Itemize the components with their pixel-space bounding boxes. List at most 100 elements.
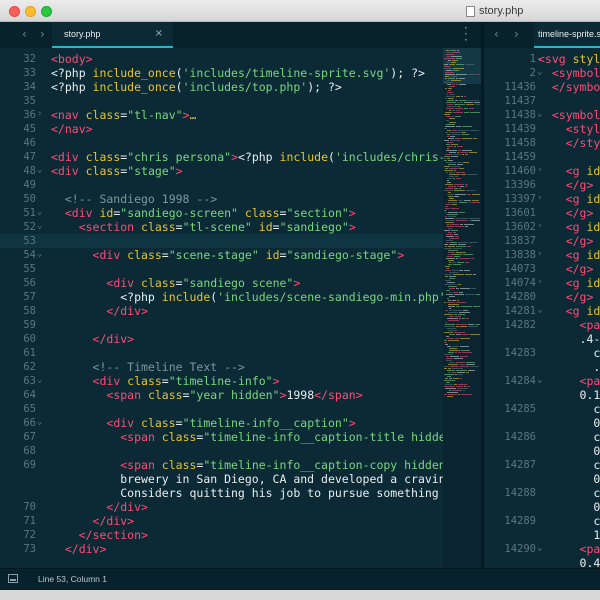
- code-line[interactable]: 0: [484, 472, 600, 486]
- fold-expanded-icon[interactable]: ⌄: [37, 375, 42, 385]
- forward-arrow-icon[interactable]: ›: [40, 27, 45, 41]
- code-line[interactable]: 61: [0, 346, 443, 360]
- code-line[interactable]: 35: [0, 94, 443, 108]
- code-line[interactable]: 1: [484, 528, 600, 542]
- code-line[interactable]: 67 <span class="timeline-info__caption-t…: [0, 430, 443, 444]
- code-line[interactable]: 11459: [484, 150, 600, 164]
- code-line[interactable]: 46: [0, 136, 443, 150]
- tab-timeline-sprite-svg[interactable]: timeline-sprite.svg: [534, 22, 600, 48]
- code-line[interactable]: 13602› <g id=: [484, 220, 600, 234]
- forward-arrow-icon[interactable]: ›: [514, 27, 519, 41]
- code-line[interactable]: 69 <span class="timeline-info__caption-c…: [0, 458, 443, 472]
- code-line[interactable]: 14280 </g>: [484, 290, 600, 304]
- code-line[interactable]: 62 <!-- Timeline Text -->: [0, 360, 443, 374]
- close-window-button[interactable]: [9, 6, 20, 17]
- code-line[interactable]: brewery in San Diego, CA and developed a…: [0, 472, 443, 486]
- code-line[interactable]: 13397› <g id=: [484, 192, 600, 206]
- code-line[interactable]: 54 ⌄ <div class="scene-stage" id="sandieg…: [0, 248, 443, 262]
- fold-collapsed-icon[interactable]: ›: [37, 109, 42, 119]
- fold-expanded-icon[interactable]: ⌄: [37, 249, 42, 259]
- code-line[interactable]: 14074› <g id=: [484, 276, 600, 290]
- code-line[interactable]: 0.1: [484, 388, 600, 402]
- code-line[interactable]: 53: [0, 234, 443, 248]
- code-line[interactable]: 14289 c: [484, 514, 600, 528]
- code-line[interactable]: 70 </div>: [0, 500, 443, 514]
- close-tab-icon[interactable]: ×: [155, 28, 163, 39]
- minimap-line: [454, 104, 465, 105]
- code-line[interactable]: 57 <?php include('includes/scene-sandieg…: [0, 290, 443, 304]
- code-line[interactable]: 68: [0, 444, 443, 458]
- code-line[interactable]: 14284⌄ <pat: [484, 374, 600, 388]
- code-line[interactable]: 0: [484, 416, 600, 430]
- code-line[interactable]: 1⌄<svg style: [484, 52, 600, 66]
- code-line[interactable]: 34 <?php include_once('includes/top.php')…: [0, 80, 443, 94]
- code-line[interactable]: 11438 ⌄ <symbol: [484, 108, 600, 122]
- code-line[interactable]: 59: [0, 318, 443, 332]
- code-line[interactable]: 13838› <g id=: [484, 248, 600, 262]
- code-line[interactable]: 2 ⌄ <symbol: [484, 66, 600, 80]
- code-line[interactable]: 14290⌄ <pat: [484, 542, 600, 556]
- code-line[interactable]: 63 ⌄ <div class="timeline-info">: [0, 374, 443, 388]
- code-line[interactable]: 48 ⌄ <div class="stage">: [0, 164, 443, 178]
- code-line[interactable]: 13601 </g>: [484, 206, 600, 220]
- minimap-line: [444, 380, 455, 381]
- code-line[interactable]: 55: [0, 262, 443, 276]
- more-options-icon[interactable]: · · ·: [464, 22, 468, 46]
- code-line[interactable]: 49: [0, 178, 443, 192]
- code-line[interactable]: 50 <!-- Sandiego 1998 -->: [0, 192, 443, 206]
- code-line[interactable]: 58 </div>: [0, 304, 443, 318]
- code-line[interactable]: 14282 <pat: [484, 318, 600, 332]
- code-line[interactable]: .: [484, 360, 600, 374]
- code-line[interactable]: 0.4: [484, 556, 600, 568]
- fold-expanded-icon[interactable]: ⌄: [37, 221, 42, 231]
- code-line[interactable]: 0: [484, 444, 600, 458]
- minimap-line: [455, 194, 466, 195]
- code-line[interactable]: 71 </div>: [0, 514, 443, 528]
- back-arrow-icon[interactable]: ‹: [22, 27, 27, 41]
- code-line[interactable]: 65: [0, 402, 443, 416]
- code-line[interactable]: 73 </div>: [0, 542, 443, 556]
- code-line[interactable]: 11439 <styl: [484, 122, 600, 136]
- code-line[interactable]: 11458 </sty: [484, 136, 600, 150]
- code-line[interactable]: 11436 </symbo: [484, 80, 600, 94]
- fold-expanded-icon[interactable]: ⌄: [37, 165, 42, 175]
- back-arrow-icon[interactable]: ‹: [494, 27, 499, 41]
- panel-toggle-icon[interactable]: [8, 574, 18, 583]
- code-line[interactable]: 52 ⌄ <section class="tl-scene" id="sandie…: [0, 220, 443, 234]
- code-line[interactable]: 13396 </g>: [484, 178, 600, 192]
- tab-story-php[interactable]: story.php ×: [52, 22, 173, 48]
- code-line[interactable]: 11437: [484, 94, 600, 108]
- minimap-line: [462, 138, 472, 139]
- code-line[interactable]: 60 </div>: [0, 332, 443, 346]
- code-line[interactable]: 36 › <nav class="tl-nav">…: [0, 108, 443, 122]
- code-line[interactable]: 14073 </g>: [484, 262, 600, 276]
- code-text: <svg style: [538, 52, 600, 66]
- code-line[interactable]: 13837 </g>: [484, 234, 600, 248]
- code-line[interactable]: 32 <body>: [0, 52, 443, 66]
- fold-expanded-icon[interactable]: ⌄: [37, 417, 42, 427]
- code-line[interactable]: 11460› <g id=: [484, 164, 600, 178]
- code-line[interactable]: 51 ⌄ <div id="sandiego-screen" class="sec…: [0, 206, 443, 220]
- code-line[interactable]: 14287 c: [484, 458, 600, 472]
- right-editor[interactable]: 1⌄<svg style2⌄ <symbol11436 </symbo11437…: [484, 48, 600, 568]
- code-line[interactable]: .4-: [484, 332, 600, 346]
- code-line[interactable]: 47 <div class="chris persona"><?php inclu…: [0, 150, 443, 164]
- fold-expanded-icon[interactable]: ⌄: [37, 207, 42, 217]
- code-line[interactable]: 56 <div class="sandiego scene">: [0, 276, 443, 290]
- code-line[interactable]: 45 </nav>: [0, 122, 443, 136]
- code-line[interactable]: 72 </section>: [0, 528, 443, 542]
- code-line[interactable]: 14283 c: [484, 346, 600, 360]
- zoom-window-button[interactable]: [41, 6, 52, 17]
- minimap[interactable]: [443, 48, 481, 568]
- code-line[interactable]: 0: [484, 500, 600, 514]
- minimize-window-button[interactable]: [25, 6, 36, 17]
- code-line[interactable]: 14286 c: [484, 430, 600, 444]
- code-line[interactable]: Considers quitting his job to pursue som…: [0, 486, 443, 500]
- code-line[interactable]: 66 ⌄ <div class="timeline-info__caption">: [0, 416, 443, 430]
- code-line[interactable]: 14285 c: [484, 402, 600, 416]
- code-line[interactable]: 33 <?php include_once('includes/timeline-…: [0, 66, 443, 80]
- code-line[interactable]: 64 <span class="year hidden">1998</span>: [0, 388, 443, 402]
- code-line[interactable]: 14288 c: [484, 486, 600, 500]
- code-line[interactable]: 14281⌄ <g id=: [484, 304, 600, 318]
- left-editor[interactable]: 32 <body> 33 <?php include_once('includes/t…: [0, 48, 443, 568]
